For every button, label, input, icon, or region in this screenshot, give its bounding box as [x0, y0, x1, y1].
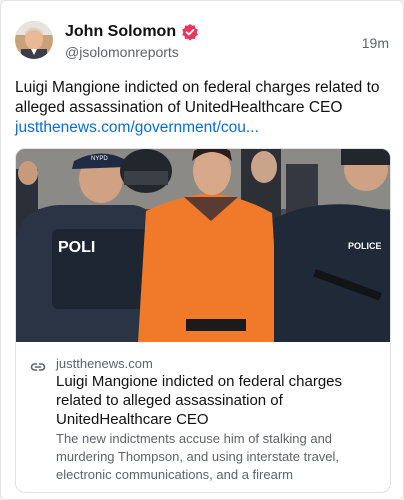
link-domain: justthenews.com — [56, 356, 153, 371]
author-name[interactable]: John Solomon — [65, 23, 176, 41]
link-preview-image: POLI NYPD POLICE — [16, 149, 390, 342]
post-body: Luigi Mangione indicted on federal charg… — [15, 78, 391, 138]
post-card[interactable]: John Solomon @jsolomonreports 19m Luigi … — [0, 0, 404, 500]
link-description: The new indictments accuse him of stalki… — [56, 431, 340, 482]
post-text: Luigi Mangione indicted on federal charg… — [15, 79, 380, 116]
link-icon — [30, 363, 46, 371]
link-preview-card[interactable]: POLI NYPD POLICE justthenews.com Luigi M… — [15, 148, 391, 493]
post-timestamp[interactable]: 19m — [362, 35, 389, 51]
vest-right-label: POLICE — [348, 241, 382, 251]
vest-label: POLI — [58, 239, 95, 256]
author-avatar[interactable] — [15, 21, 53, 59]
verified-badge-icon — [182, 23, 198, 41]
link-title[interactable]: Luigi Mangione indicted on federal charg… — [56, 372, 376, 429]
cap-label: NYPD — [91, 156, 108, 162]
post-link[interactable]: justthenews.com/government/cou... — [15, 118, 391, 138]
author-handle[interactable]: @jsolomonreports — [65, 44, 179, 60]
